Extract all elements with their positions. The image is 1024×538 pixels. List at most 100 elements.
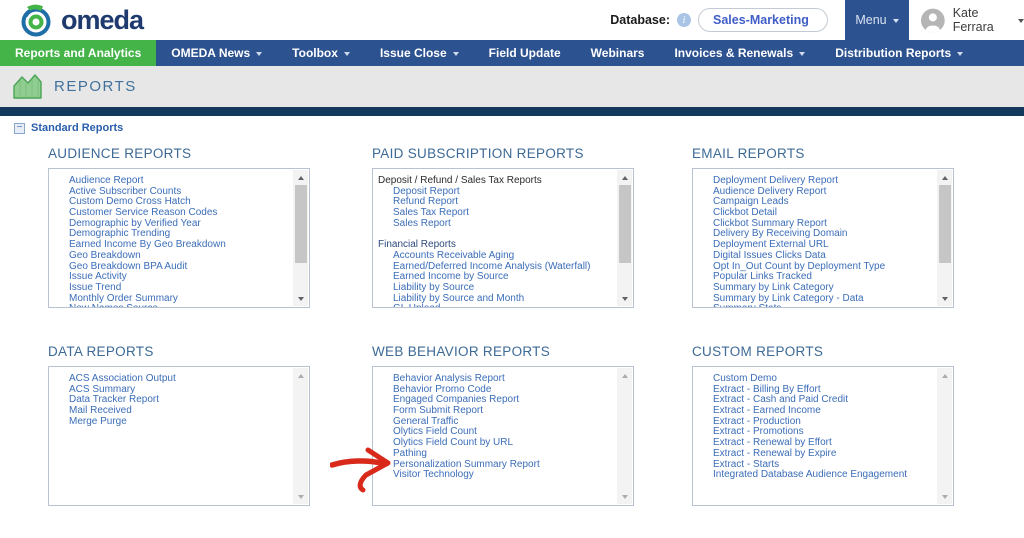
scrollbar[interactable] xyxy=(293,368,308,504)
report-group-email-reports: EMAIL REPORTSDeployment Delivery ReportA… xyxy=(692,146,954,161)
report-group-audience-reports: AUDIENCE REPORTSAudience ReportActive Su… xyxy=(48,146,310,161)
report-link[interactable]: Sales Report xyxy=(373,219,617,230)
report-listbox: Deployment Delivery ReportAudience Deliv… xyxy=(692,168,954,308)
scrollbar[interactable] xyxy=(937,170,952,306)
scroll-down-icon[interactable] xyxy=(937,292,952,305)
report-listbox: Behavior Analysis ReportBehavior Promo C… xyxy=(372,366,634,506)
report-link[interactable]: Visitor Technology xyxy=(373,470,617,481)
page-title: REPORTS xyxy=(54,78,137,95)
database-input[interactable]: Sales-Marketing xyxy=(698,8,828,32)
nav-item-distribution-reports[interactable]: Distribution Reports xyxy=(820,40,978,66)
menu-button-label: Menu xyxy=(855,13,886,27)
scroll-up-icon[interactable] xyxy=(617,171,632,184)
report-group-title: EMAIL REPORTS xyxy=(692,146,954,161)
omeda-logo-icon xyxy=(18,2,54,38)
database-value: Sales-Marketing xyxy=(713,13,809,27)
scroll-down-icon[interactable] xyxy=(293,292,308,305)
report-listbox: Custom DemoExtract - Billing By EffortEx… xyxy=(692,366,954,506)
report-group-title: WEB BEHAVIOR REPORTS xyxy=(372,344,634,359)
nav-item-label: Issue Close xyxy=(380,46,447,60)
report-link[interactable]: Extract - Renewal by Expire xyxy=(693,449,937,460)
caret-down-icon xyxy=(256,52,262,56)
scrollbar[interactable] xyxy=(617,368,632,504)
nav-item-label: Invoices & Renewals xyxy=(674,46,793,60)
report-group-custom-reports: CUSTOM REPORTSCustom DemoExtract - Billi… xyxy=(692,344,954,359)
scrollbar[interactable] xyxy=(617,170,632,306)
scroll-thumb[interactable] xyxy=(295,185,307,263)
report-link[interactable]: Integrated Database Audience Engagement xyxy=(693,470,937,481)
database-selector-area: Database: i Sales-Marketing xyxy=(610,8,828,32)
collapse-icon[interactable] xyxy=(14,123,25,134)
logo-wordmark: omeda xyxy=(61,5,143,36)
report-link[interactable]: Liability by Source xyxy=(373,283,617,294)
scroll-down-icon[interactable] xyxy=(937,490,952,503)
caret-down-icon xyxy=(1018,19,1024,23)
omeda-logo: omeda xyxy=(18,2,143,38)
scrollbar[interactable] xyxy=(293,170,308,306)
user-menu[interactable]: Kate Ferrara xyxy=(921,0,1024,40)
nav-item-issue-close[interactable]: Issue Close xyxy=(365,40,474,66)
report-link[interactable]: Digital Issues Clicks Data xyxy=(693,251,937,262)
report-group-title: AUDIENCE REPORTS xyxy=(48,146,310,161)
report-link[interactable]: Accounts Receivable Aging xyxy=(373,251,617,262)
report-group-web-behavior-reports: WEB BEHAVIOR REPORTSBehavior Analysis Re… xyxy=(372,344,634,359)
nav-item-label: Webinars xyxy=(591,46,645,60)
report-group-data-reports: DATA REPORTSACS Association OutputACS Su… xyxy=(48,344,310,359)
divider-bar xyxy=(0,107,1024,116)
nav-item-webinars[interactable]: Webinars xyxy=(576,40,660,66)
report-group-title: DATA REPORTS xyxy=(48,344,310,359)
scroll-down-icon[interactable] xyxy=(617,292,632,305)
report-listbox: Audience ReportActive Subscriber CountsC… xyxy=(48,168,310,308)
report-link[interactable]: Issue Trend xyxy=(49,283,293,294)
scroll-up-icon[interactable] xyxy=(617,369,632,382)
scrollbar[interactable] xyxy=(937,368,952,504)
report-link[interactable]: Summary by Link Category xyxy=(693,283,937,294)
report-link[interactable]: New Names Source xyxy=(49,304,293,307)
main-nav: Reports and Analytics OMEDA News Toolbox Is… xyxy=(0,40,1024,66)
scroll-up-icon[interactable] xyxy=(937,171,952,184)
page-banner: REPORTS xyxy=(0,66,1024,107)
caret-down-icon xyxy=(799,52,805,56)
standard-reports-toggle[interactable]: Standard Reports xyxy=(14,122,123,134)
caret-down-icon xyxy=(893,19,899,23)
scroll-up-icon[interactable] xyxy=(937,369,952,382)
report-link[interactable]: Geo Breakdown xyxy=(49,251,293,262)
report-group-paid-subscription-reports: PAID SUBSCRIPTION REPORTSDeposit / Refun… xyxy=(372,146,634,161)
nav-item-toolbox[interactable]: Toolbox xyxy=(277,40,365,66)
nav-item-label: Reports and Analytics xyxy=(15,46,141,60)
top-header: omeda Database: i Sales-Marketing Menu K… xyxy=(0,0,1024,40)
report-listbox: ACS Association OutputACS SummaryData Tr… xyxy=(48,366,310,506)
database-label: Database: xyxy=(610,13,670,27)
avatar xyxy=(921,7,945,34)
red-arrow-annotation xyxy=(330,446,394,494)
scroll-up-icon[interactable] xyxy=(293,369,308,382)
nav-item-label: Distribution Reports xyxy=(835,46,951,60)
scroll-down-icon[interactable] xyxy=(293,490,308,503)
report-link[interactable]: GL Upload xyxy=(373,304,617,307)
caret-down-icon xyxy=(453,52,459,56)
report-group-title: PAID SUBSCRIPTION REPORTS xyxy=(372,146,634,161)
caret-down-icon xyxy=(957,52,963,56)
nav-item-label: Toolbox xyxy=(292,46,338,60)
user-name: Kate Ferrara xyxy=(953,6,1013,34)
report-listbox: Deposit / Refund / Sales Tax ReportsDepo… xyxy=(372,168,634,308)
report-link[interactable]: Pathing xyxy=(373,449,617,460)
info-icon[interactable]: i xyxy=(677,13,691,27)
nav-item-label: Field Update xyxy=(489,46,561,60)
scroll-down-icon[interactable] xyxy=(617,490,632,503)
reports-chart-icon xyxy=(12,73,43,100)
nav-item-omeda-news[interactable]: OMEDA News xyxy=(156,40,277,66)
scroll-thumb[interactable] xyxy=(619,185,631,263)
nav-item-reports-and-analytics[interactable]: Reports and Analytics xyxy=(0,40,156,66)
nav-item-label: OMEDA News xyxy=(171,46,250,60)
report-link[interactable]: Summary Stats xyxy=(693,304,937,307)
nav-item-invoices-renewals[interactable]: Invoices & Renewals xyxy=(659,40,820,66)
menu-button[interactable]: Menu xyxy=(845,0,909,40)
nav-item-field-update[interactable]: Field Update xyxy=(474,40,576,66)
scroll-thumb[interactable] xyxy=(939,185,951,263)
caret-down-icon xyxy=(344,52,350,56)
standard-reports-label: Standard Reports xyxy=(31,122,123,134)
report-group-title: CUSTOM REPORTS xyxy=(692,344,954,359)
scroll-up-icon[interactable] xyxy=(293,171,308,184)
report-link[interactable]: Merge Purge xyxy=(49,417,293,428)
